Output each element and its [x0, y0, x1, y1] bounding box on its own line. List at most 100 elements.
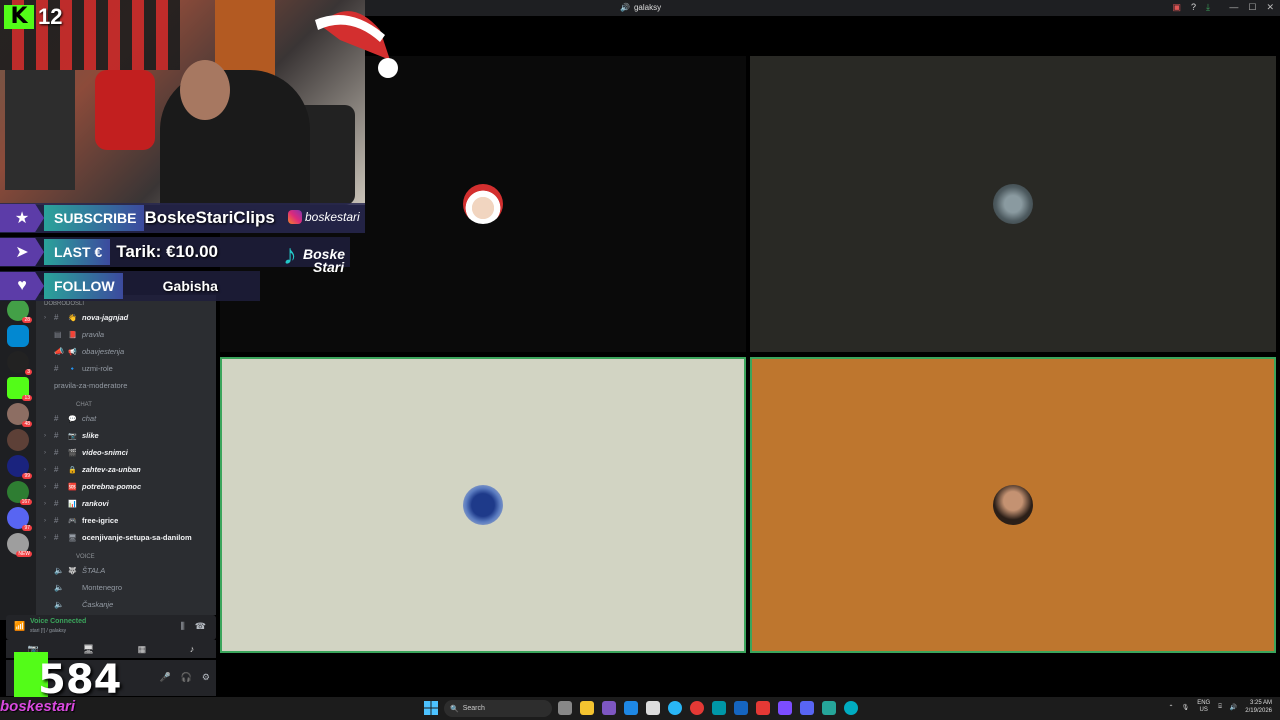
window-controls: — ☐ ✕: [1229, 2, 1274, 13]
voice-channel-path[interactable]: stari [!] / galaksy: [30, 628, 66, 634]
taskbar: 🔍 Search ⌃ 🎙 ENG US ⌸ 🔊 3:25 AM 2/19/202…: [0, 697, 1280, 720]
kick-viewer-count: 12: [38, 4, 63, 29]
edge-icon[interactable]: [844, 701, 858, 715]
avatar-motorbike: [993, 184, 1033, 224]
channel-nova-jagnjad[interactable]: › # 👋 nova-jagnjad: [36, 309, 216, 326]
system-tray: ⌃ 🎙 ENG US ⌸ 🔊 3:25 AM 2/19/2026: [1169, 699, 1272, 715]
chrome-icon[interactable]: [690, 701, 704, 715]
voice-channel-caskanje[interactable]: 🔈 Časkanje: [36, 596, 216, 613]
taskbar-search[interactable]: 🔍 Search: [444, 700, 552, 717]
participant-tile-2[interactable]: [750, 56, 1276, 352]
server-icon-group[interactable]: 48: [7, 403, 32, 427]
mail-icon[interactable]: [624, 701, 638, 715]
channel-obavjestenja[interactable]: 📣 📢 obavjestenja: [36, 343, 216, 360]
server-icon-circle[interactable]: [7, 429, 29, 451]
hash-icon: #: [54, 431, 59, 440]
hash-icon: #: [54, 465, 59, 474]
calendar-icon[interactable]: [646, 701, 660, 715]
arrow-icon: ➤: [0, 238, 44, 266]
channel-ocenjivanje-setupa[interactable]: › # 🖥 ocenjivanje-setupa-sa-danilom: [36, 529, 216, 546]
hash-icon: #: [54, 516, 59, 525]
voice-channel-montenegro[interactable]: 🔈 Montenegro: [36, 579, 216, 596]
headphones-icon[interactable]: 🎧: [181, 672, 192, 683]
category-chat[interactable]: CHAT: [36, 400, 216, 410]
chevron-up-icon[interactable]: ⌃: [1169, 704, 1174, 711]
server-icon-pattern[interactable]: NEW: [7, 533, 32, 557]
hash-icon: #: [54, 313, 59, 322]
channel-potrebna-pomoc[interactable]: › # 🆘 potrebna-pomoc: [36, 478, 216, 495]
channel-pravila-za-moderatore[interactable]: pravila-za-moderatore: [36, 377, 216, 394]
app-icon-1[interactable]: [602, 701, 616, 715]
hash-icon: #: [54, 499, 59, 508]
streamer-head: [180, 60, 230, 120]
clock[interactable]: 3:25 AM 2/19/2026: [1245, 699, 1272, 715]
soundboard-icon[interactable]: ♪: [190, 644, 195, 654]
microphone-icon[interactable]: 🎤: [159, 672, 170, 683]
subscribe-label: SUBSCRIBE: [44, 205, 145, 231]
discord-icon[interactable]: [800, 701, 814, 715]
title-bar-tools: ▣ ? ⤓: [1172, 2, 1210, 13]
minimize-button[interactable]: —: [1229, 2, 1238, 13]
channel-slike[interactable]: › # 📷 slike: [36, 427, 216, 444]
channel-list: DOBRODOSLI › # 👋 nova-jagnjad ▤ 📕 pravila 📣 📢 o…: [36, 295, 216, 615]
volume-icon[interactable]: 🔊: [1230, 704, 1237, 711]
user-controls: 🎤 🎧 ⚙: [159, 672, 210, 683]
channel-video-snimci[interactable]: › # 🎬 video-snimci: [36, 444, 216, 461]
category-voice[interactable]: VOICE: [36, 552, 216, 562]
language-indicator[interactable]: ENG US: [1197, 700, 1210, 714]
server-rail: 28 3 13 48 99 167 97 NEW: [0, 295, 36, 620]
channel-chat[interactable]: # 💬 chat: [36, 410, 216, 427]
mic-tray-icon[interactable]: 🎙: [1182, 704, 1190, 711]
channel-free-igrice[interactable]: › # 🎮 free-igrice: [36, 512, 216, 529]
telegram-icon[interactable]: [668, 701, 682, 715]
avatar-person: [993, 485, 1033, 525]
server-icon-a[interactable]: 167: [7, 481, 32, 505]
monitor-icon[interactable]: ▣: [1172, 2, 1181, 13]
disconnect-icon[interactable]: ☎: [195, 621, 206, 632]
close-button[interactable]: ✕: [1266, 2, 1274, 13]
kick-viewer-badge: K 12: [4, 4, 62, 30]
server-icon-c[interactable]: 28: [7, 299, 32, 323]
announcement-icon: 📣: [54, 347, 64, 356]
channel-rankovi[interactable]: › # 📊 rankovi: [36, 495, 216, 512]
help-icon[interactable]: ?: [1191, 2, 1196, 13]
file-explorer-icon[interactable]: [580, 701, 594, 715]
signal-icon[interactable]: 📶: [14, 621, 25, 632]
red-chair: [95, 70, 155, 150]
heart-icon: ♥: [0, 272, 44, 300]
maximize-button[interactable]: ☐: [1248, 2, 1256, 13]
app-icon-5[interactable]: [778, 701, 792, 715]
participant-tile-3[interactable]: [220, 357, 746, 653]
windows-start-icon[interactable]: [424, 701, 438, 715]
activities-icon[interactable]: ▦: [138, 644, 147, 655]
kick-counter: 584: [14, 652, 122, 702]
voice-status[interactable]: Voice Connected: [30, 618, 86, 625]
channel-pravila[interactable]: ▤ 📕 pravila: [36, 326, 216, 343]
app-icon-2[interactable]: [712, 701, 726, 715]
counter-value: 584: [38, 657, 122, 703]
channel-zahtev-za-unban[interactable]: › # 🔒 zahtev-za-unban: [36, 461, 216, 478]
speaker-icon: 🔈: [54, 583, 64, 592]
download-icon[interactable]: ⤓: [1206, 2, 1210, 13]
channel-uzmi-role[interactable]: # 🔹 uzmi-role: [36, 360, 216, 377]
app-icon-3[interactable]: [734, 701, 748, 715]
server-icon-k[interactable]: 13: [7, 377, 32, 401]
server-icon-mc[interactable]: 3: [7, 351, 32, 375]
settings-icon[interactable]: ⚙: [202, 672, 210, 683]
app-icon-4[interactable]: [756, 701, 770, 715]
avatar-spartan: [463, 485, 503, 525]
voice-connected-panel: 📶 Voice Connected stari [!] / galaksy ⫼ …: [6, 615, 216, 640]
task-view-icon[interactable]: [558, 701, 572, 715]
participant-tile-4[interactable]: [750, 357, 1276, 653]
server-icon-discord[interactable]: 97: [7, 507, 32, 531]
voice-channel-stala[interactable]: 🔈 🐺 ŠTALA: [36, 562, 216, 579]
network-icon[interactable]: ⌸: [1218, 704, 1222, 711]
santa-hat-icon: [315, 11, 398, 78]
streamer-name: boskestari: [0, 698, 76, 715]
noise-suppression-icon[interactable]: ⫼: [181, 621, 185, 632]
server-icon-x[interactable]: 99: [7, 455, 32, 479]
rules-icon: ▤: [54, 330, 62, 339]
follow-label: FOLLOW: [44, 273, 123, 299]
server-icon-n[interactable]: [7, 325, 29, 347]
app-icon-6[interactable]: [822, 701, 836, 715]
